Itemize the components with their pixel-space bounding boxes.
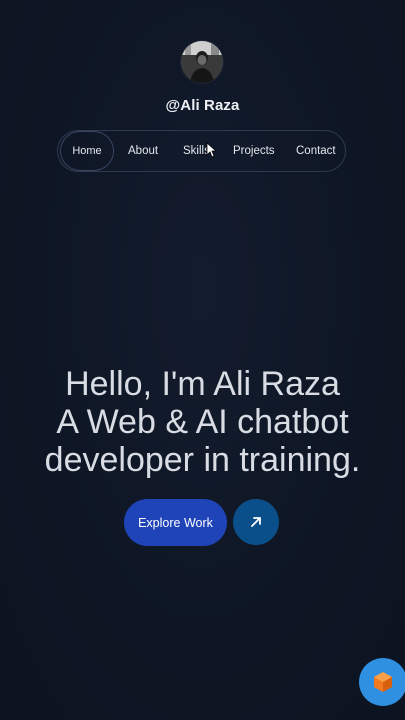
arrow-link-button[interactable] <box>233 499 279 545</box>
arrow-up-right-icon <box>251 517 261 527</box>
hero-heading: Hello, I'm Ali Raza A Web & AI chatbot d… <box>0 365 405 479</box>
nav-item-about[interactable]: About <box>128 145 158 157</box>
hero-line-1: Hello, I'm Ali Raza <box>65 365 340 403</box>
cube-icon <box>374 672 392 692</box>
cta-row: Explore Work <box>0 499 405 546</box>
page: @Ali Raza Home About Skills Projects Con… <box>0 0 405 720</box>
floating-widget-button[interactable] <box>359 658 405 706</box>
hero-line-3: developer in training. <box>44 441 361 479</box>
mouse-pointer-icon <box>206 142 216 158</box>
nav-item-contact[interactable]: Contact <box>296 145 336 157</box>
main-nav: Home About Skills Projects Contact <box>57 130 346 172</box>
avatar-photo <box>181 41 223 83</box>
hero-line-2: A Web & AI chatbot <box>56 403 349 441</box>
profile-handle: @Ali Raza <box>165 97 240 114</box>
nav-item-home[interactable]: Home <box>60 131 114 171</box>
explore-work-button[interactable]: Explore Work <box>124 499 227 546</box>
avatar[interactable] <box>181 41 223 83</box>
nav-item-projects[interactable]: Projects <box>233 145 275 157</box>
